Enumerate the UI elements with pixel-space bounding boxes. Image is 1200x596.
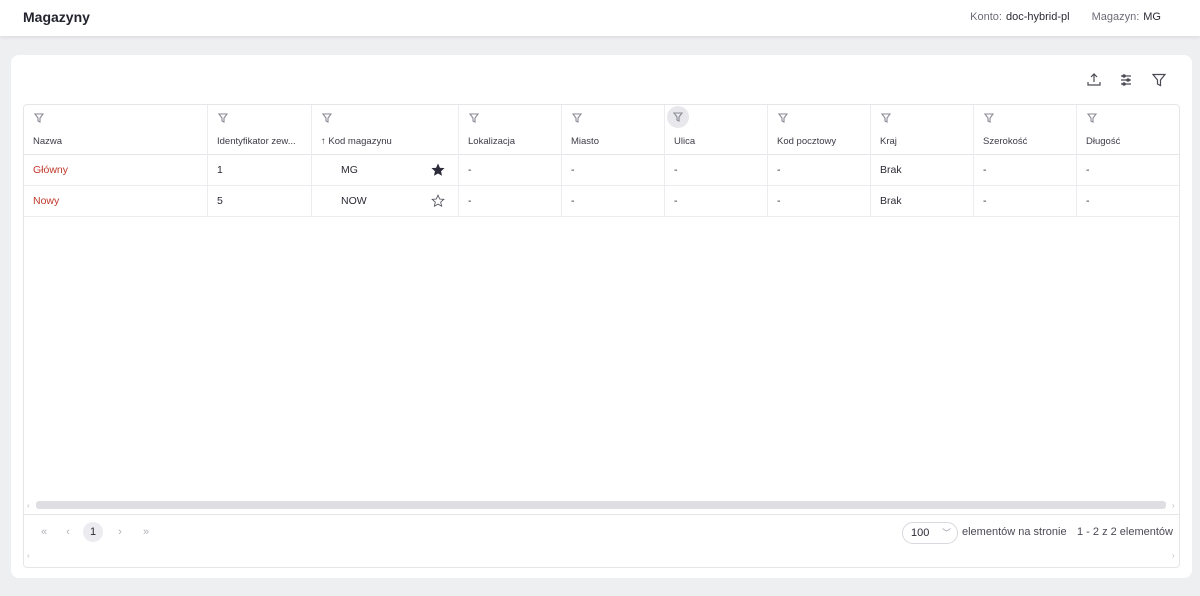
table-row[interactable]: Główny 1 MG - - - - Brak - - [24, 155, 1179, 186]
pagination-bar: « ‹ 1 › » 100 ﹀ elementów na stronie 1 -… [24, 514, 1179, 567]
column-header-miasto[interactable]: Miasto [562, 105, 665, 155]
footer-scroll-right-icon[interactable]: › [1172, 551, 1175, 560]
column-filter-icon[interactable] [31, 110, 47, 126]
page-title: Magazyny [23, 9, 90, 25]
settings-sliders-icon[interactable] [1116, 70, 1136, 90]
column-label: Kod pocztowy [777, 136, 837, 147]
kod-magazynu-value: NOW [341, 195, 367, 207]
filter-icon[interactable] [1149, 70, 1169, 90]
column-header-nazwa[interactable]: Nazwa [24, 105, 208, 155]
column-filter-icon[interactable] [1084, 110, 1100, 126]
cell-kraj: Brak [871, 186, 974, 216]
column-label: Szerokość [983, 136, 1028, 147]
cell-kod-pocztowy: - [768, 155, 871, 185]
first-page-button[interactable]: « [37, 523, 51, 541]
column-filter-icon[interactable] [775, 110, 791, 126]
cell-identyfikator: 1 [208, 155, 312, 185]
cell-kod-magazynu: NOW [312, 186, 459, 216]
last-page-button[interactable]: » [139, 523, 153, 541]
warehouse-label: Magazyn: [1091, 11, 1140, 23]
column-label: Długość [1086, 136, 1121, 147]
horizontal-scrollbar[interactable] [36, 501, 1166, 509]
column-header-kod-pocztowy[interactable]: Kod pocztowy [768, 105, 871, 155]
column-label: Miasto [571, 136, 599, 147]
content-card: Nazwa Identyfikator zew... ↑ Kod magazyn… [11, 55, 1192, 578]
column-header-szerokosc[interactable]: Szerokość [974, 105, 1077, 155]
column-filter-icon[interactable] [466, 110, 482, 126]
cell-ulica: - [665, 186, 768, 216]
cell-szerokosc: - [974, 186, 1077, 216]
column-label: Kraj [880, 136, 897, 147]
column-header-kod-magazynu[interactable]: ↑ Kod magazynu [312, 105, 459, 155]
chevron-down-icon: ﹀ [941, 528, 951, 538]
column-header-identyfikator[interactable]: Identyfikator zew... [208, 105, 312, 155]
account-label: Konto: [970, 11, 1002, 23]
per-page-label: elementów na stronie [962, 526, 1067, 538]
column-label: Identyfikator zew... [217, 136, 296, 147]
cell-szerokosc: - [974, 155, 1077, 185]
column-filter-icon[interactable] [569, 110, 585, 126]
column-filter-icon[interactable] [878, 110, 894, 126]
scroll-right-icon[interactable]: › [1172, 501, 1175, 510]
column-label: Lokalizacja [468, 136, 515, 147]
account-value: doc-hybrid-pl [1005, 11, 1070, 23]
favorite-star-filled-icon[interactable] [431, 163, 445, 177]
context-info: Konto: doc-hybrid-pl Magazyn: MG [970, 11, 1161, 23]
prev-page-button[interactable]: ‹ [62, 523, 74, 541]
column-filter-icon[interactable] [319, 110, 335, 126]
column-label: ↑ Kod magazynu [321, 136, 392, 147]
cell-ulica: - [665, 155, 768, 185]
column-label: Nazwa [33, 136, 63, 147]
export-icon[interactable] [1084, 70, 1104, 90]
table-header: Nazwa Identyfikator zew... ↑ Kod magazyn… [24, 105, 1179, 155]
next-page-button[interactable]: › [114, 523, 126, 541]
warehouse-value: MG [1143, 11, 1161, 23]
footer-scroll-left-icon[interactable]: ‹ [27, 551, 30, 560]
column-filter-icon[interactable] [667, 106, 689, 128]
column-filter-icon[interactable] [981, 110, 997, 126]
column-header-dlugosc[interactable]: Długość [1077, 105, 1179, 155]
cell-kraj: Brak [871, 155, 974, 185]
cell-nazwa[interactable]: Główny [24, 155, 208, 185]
per-page-value: 100 [911, 527, 930, 539]
kod-magazynu-value: MG [341, 164, 358, 176]
cell-lokalizacja: - [459, 155, 562, 185]
warehouses-table: Nazwa Identyfikator zew... ↑ Kod magazyn… [23, 104, 1180, 568]
cell-identyfikator: 5 [208, 186, 312, 216]
top-bar: Magazyny Konto: doc-hybrid-pl Magazyn: M… [0, 0, 1200, 36]
cell-lokalizacja: - [459, 186, 562, 216]
cell-miasto: - [562, 155, 665, 185]
table-row[interactable]: Nowy 5 NOW - - - - Brak - - [24, 186, 1179, 217]
column-header-lokalizacja[interactable]: Lokalizacja [459, 105, 562, 155]
cell-kod-magazynu: MG [312, 155, 459, 185]
per-page-select[interactable]: 100 ﹀ [902, 522, 958, 544]
column-header-kraj[interactable]: Kraj [871, 105, 974, 155]
favorite-star-outline-icon[interactable] [431, 194, 445, 208]
range-info: 1 - 2 z 2 elementów [1077, 526, 1173, 538]
page-1-button[interactable]: 1 [83, 522, 103, 542]
cell-kod-pocztowy: - [768, 186, 871, 216]
cell-dlugosc: - [1086, 195, 1090, 207]
column-filter-icon[interactable] [215, 110, 231, 126]
cell-nazwa[interactable]: Nowy [24, 186, 208, 216]
scroll-left-icon[interactable]: ‹ [27, 501, 30, 510]
cell-miasto: - [562, 186, 665, 216]
column-label: Ulica [674, 136, 696, 147]
cell-dlugosc: - [1086, 164, 1090, 176]
column-header-ulica[interactable]: Ulica [665, 105, 768, 155]
